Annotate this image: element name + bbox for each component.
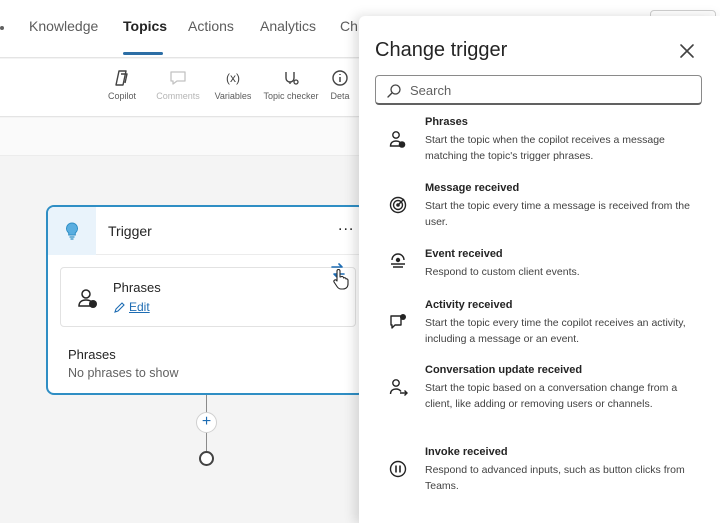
details-button[interactable]: Deta: [320, 69, 360, 101]
variables-label: Variables: [214, 91, 252, 101]
phrases-trigger-title: Phrases: [113, 280, 161, 295]
copilot-label: Copilot: [107, 91, 136, 101]
conversation-update-icon: [389, 379, 408, 396]
phrases-icon: [389, 131, 406, 148]
panel-title: Change trigger: [375, 39, 508, 61]
tab-analytics[interactable]: Analytics: [260, 18, 316, 34]
message-received-icon: [389, 196, 407, 214]
option-name: Activity received: [425, 299, 513, 311]
nav-overflow-dot: [0, 26, 4, 30]
option-name: Message received: [425, 182, 520, 194]
trigger-option-event-received[interactable]: Event received Respond to custom client …: [375, 248, 705, 284]
trigger-option-phrases[interactable]: Phrases Start the topic when the copilot…: [375, 116, 705, 166]
active-tab-indicator: [123, 52, 163, 55]
pencil-icon: [114, 301, 125, 313]
tab-actions[interactable]: Actions: [188, 18, 234, 34]
option-description: Start the topic every time the copilot r…: [425, 317, 686, 345]
trigger-option-conversation-update[interactable]: Conversation update received Start the t…: [375, 364, 705, 428]
phrases-icon: [78, 289, 97, 308]
change-trigger-panel: Change trigger Phrases Start the topic w…: [359, 16, 720, 523]
info-icon: [332, 70, 348, 86]
search-input[interactable]: [410, 80, 690, 100]
hand-cursor-icon: [333, 269, 349, 290]
trigger-icon-box: [48, 207, 96, 255]
edit-label: Edit: [129, 300, 150, 314]
comment-icon: [170, 71, 186, 85]
no-phrases-message: No phrases to show: [68, 366, 179, 380]
option-name: Event received: [425, 248, 503, 260]
topic-checker-button[interactable]: Topic checker: [261, 69, 321, 101]
copilot-button[interactable]: Copilot: [92, 69, 152, 101]
option-description: Start the topic every time a message is …: [425, 200, 690, 228]
phrases-section-title: Phrases: [68, 347, 116, 362]
trigger-node-header: Trigger ...: [48, 207, 364, 255]
option-name: Conversation update received: [425, 364, 583, 376]
option-description: Respond to advanced inputs, such as butt…: [425, 464, 685, 492]
topic-checker-label: Topic checker: [263, 91, 319, 101]
flow-end-node: [199, 451, 214, 466]
lightbulb-icon: [66, 222, 78, 240]
variables-icon: (x): [226, 71, 240, 85]
comments-button[interactable]: Comments: [148, 69, 208, 101]
option-description: Start the topic based on a conversation …: [425, 382, 678, 410]
svg-text:(x): (x): [226, 71, 240, 85]
trigger-node[interactable]: Trigger ... Phrases Edit Phrases No phra…: [46, 205, 366, 395]
details-label: Deta: [330, 91, 350, 101]
option-description: Start the topic when the copilot receive…: [425, 134, 665, 162]
tab-channels[interactable]: Ch: [340, 18, 358, 34]
search-icon: [387, 84, 401, 98]
topic-checker-icon: [285, 72, 299, 85]
trigger-node-title: Trigger: [108, 223, 152, 239]
option-description: Respond to custom client events.: [425, 266, 580, 278]
more-options-icon[interactable]: ...: [338, 217, 354, 235]
option-name: Invoke received: [425, 446, 508, 458]
add-node-button[interactable]: +: [196, 412, 217, 433]
trigger-option-activity-received[interactable]: Activity received Start the topic every …: [375, 299, 705, 347]
search-box[interactable]: [375, 75, 702, 105]
tab-knowledge[interactable]: Knowledge: [29, 18, 98, 34]
comments-label: Comments: [156, 91, 200, 101]
trigger-option-invoke-received[interactable]: Invoke received Respond to advanced inpu…: [375, 446, 705, 494]
activity-received-icon: [390, 314, 406, 329]
copilot-icon: [115, 70, 128, 86]
close-icon[interactable]: [677, 41, 697, 61]
edit-phrases-link[interactable]: Edit: [113, 300, 150, 314]
phrases-trigger-box[interactable]: Phrases Edit: [60, 267, 356, 327]
trigger-option-message-received[interactable]: Message received Start the topic every t…: [375, 182, 705, 230]
variables-button[interactable]: (x) Variables: [203, 69, 263, 101]
tab-topics[interactable]: Topics: [123, 18, 167, 34]
invoke-received-icon: [389, 460, 407, 478]
option-name: Phrases: [425, 116, 468, 128]
event-received-icon: [391, 253, 405, 268]
